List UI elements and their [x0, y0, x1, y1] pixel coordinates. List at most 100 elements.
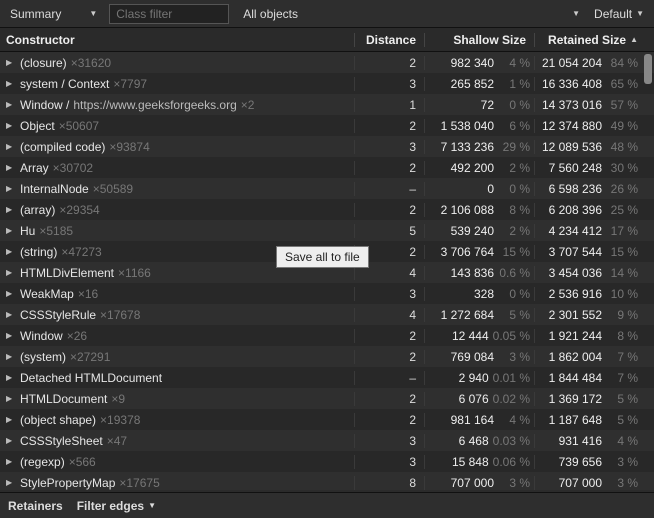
expand-icon[interactable]: ▶ [6, 142, 16, 151]
retained-size: 3 454 036 [549, 266, 602, 280]
shallow-size: 328 [474, 287, 494, 301]
table-body: ▶(closure) ×316202982 3404 %21 054 20484… [0, 52, 654, 490]
shallow-size: 2 940 [459, 371, 489, 385]
shallow-pct: 0 % [498, 98, 530, 112]
expand-icon[interactable]: ▶ [6, 58, 16, 67]
header-retained[interactable]: Retained Size ▲ [534, 33, 654, 47]
caret-down-icon: ▼ [148, 501, 156, 510]
distance-cell: 3 [354, 140, 424, 154]
shallow-size: 769 084 [451, 350, 494, 364]
retained-size: 12 374 880 [542, 119, 602, 133]
table-row[interactable]: ▶Window ×26212 4440.05 %1 921 2448 % [0, 325, 654, 346]
expand-icon[interactable]: ▶ [6, 436, 16, 445]
scrollbar-thumb[interactable] [644, 54, 652, 84]
table-row[interactable]: ▶(closure) ×316202982 3404 %21 054 20484… [0, 52, 654, 73]
objects-dropdown[interactable]: All objects [235, 5, 306, 23]
table-row[interactable]: ▶InternalNode ×50589–00 %6 598 23626 % [0, 178, 654, 199]
retained-cell: 1 844 4847 % [534, 371, 654, 385]
expand-icon[interactable]: ▶ [6, 247, 16, 256]
constructor-name: Window / [20, 98, 69, 112]
caret-down-icon[interactable]: ▼ [572, 9, 580, 18]
view-dropdown[interactable]: Summary ▼ [4, 5, 103, 23]
constructor-count: ×7797 [113, 77, 147, 91]
table-row[interactable]: ▶CSSStyleRule ×1767841 272 6845 %2 301 5… [0, 304, 654, 325]
retained-pct: 84 % [606, 56, 638, 70]
retained-cell: 707 0003 % [534, 476, 654, 490]
retained-size: 7 560 248 [549, 161, 602, 175]
expand-icon[interactable]: ▶ [6, 163, 16, 172]
retained-pct: 65 % [606, 77, 638, 91]
retainers-tab[interactable]: Retainers [8, 499, 63, 513]
retained-cell: 7 560 24830 % [534, 161, 654, 175]
retained-cell: 739 6563 % [534, 455, 654, 469]
expand-icon[interactable]: ▶ [6, 394, 16, 403]
expand-icon[interactable]: ▶ [6, 331, 16, 340]
shallow-pct: 0.01 % [493, 371, 530, 385]
table-row[interactable]: ▶Object ×5060721 538 0406 %12 374 88049 … [0, 115, 654, 136]
expand-icon[interactable]: ▶ [6, 205, 16, 214]
retained-size: 1 862 004 [549, 350, 602, 364]
table-row[interactable]: ▶WeakMap ×1633280 %2 536 91610 % [0, 283, 654, 304]
shallow-pct: 3 % [498, 476, 530, 490]
expand-icon[interactable]: ▶ [6, 310, 16, 319]
constructor-name: system / Context [20, 77, 109, 91]
expand-icon[interactable]: ▶ [6, 226, 16, 235]
table-row[interactable]: ▶Detached HTMLDocument–2 9400.01 %1 844 … [0, 367, 654, 388]
retained-cell: 6 598 23626 % [534, 182, 654, 196]
header-shallow[interactable]: Shallow Size [424, 33, 534, 47]
expand-icon[interactable]: ▶ [6, 478, 16, 487]
retained-size: 1 187 648 [549, 413, 602, 427]
class-filter-input[interactable] [109, 4, 229, 24]
retained-cell: 1 921 2448 % [534, 329, 654, 343]
retained-pct: 15 % [606, 245, 638, 259]
constructor-cell: ▶Detached HTMLDocument [0, 371, 354, 385]
constructor-cell: ▶Hu ×5185 [0, 224, 354, 238]
expand-icon[interactable]: ▶ [6, 121, 16, 130]
distance-cell: 2 [354, 119, 424, 133]
table-row[interactable]: ▶(object shape) ×193782981 1644 %1 187 6… [0, 409, 654, 430]
table-row[interactable]: ▶Array ×307022492 2002 %7 560 24830 % [0, 157, 654, 178]
expand-icon[interactable]: ▶ [6, 184, 16, 193]
filter-edges-dropdown[interactable]: Filter edges ▼ [77, 499, 156, 513]
expand-icon[interactable]: ▶ [6, 268, 16, 277]
retained-size: 3 707 544 [549, 245, 602, 259]
shallow-cell: 143 8360.6 % [424, 266, 534, 280]
table-row[interactable]: ▶CSSStyleSheet ×4736 4680.03 %931 4164 % [0, 430, 654, 451]
shallow-pct: 1 % [498, 77, 530, 91]
expand-icon[interactable]: ▶ [6, 457, 16, 466]
table-row[interactable]: ▶(regexp) ×566315 8480.06 %739 6563 % [0, 451, 654, 472]
expand-icon[interactable]: ▶ [6, 100, 16, 109]
shallow-size: 707 000 [451, 476, 494, 490]
table-row[interactable]: ▶(array) ×2935422 106 0888 %6 208 39625 … [0, 199, 654, 220]
table-row[interactable]: ▶(compiled code) ×9387437 133 23629 %12 … [0, 136, 654, 157]
constructor-cell: ▶InternalNode ×50589 [0, 182, 354, 196]
expand-icon[interactable]: ▶ [6, 352, 16, 361]
table-row[interactable]: ▶system / Context ×77973265 8521 %16 336… [0, 73, 654, 94]
shallow-size: 2 106 088 [441, 203, 494, 217]
constructor-count: ×9 [111, 392, 125, 406]
header-distance[interactable]: Distance [354, 33, 424, 47]
shallow-size: 1 272 684 [441, 308, 494, 322]
shallow-cell: 265 8521 % [424, 77, 534, 91]
expand-icon[interactable]: ▶ [6, 79, 16, 88]
expand-icon[interactable]: ▶ [6, 373, 16, 382]
table-row[interactable]: ▶Window / https://www.geeksforgeeks.org … [0, 94, 654, 115]
header-constructor[interactable]: Constructor [0, 33, 354, 47]
default-dropdown[interactable]: Default ▼ [588, 5, 650, 23]
constructor-name: Object [20, 119, 55, 133]
constructor-cell: ▶ Object ×50607 [0, 119, 354, 133]
constructor-count: ×50607 [59, 119, 99, 133]
shallow-pct: 2 % [498, 224, 530, 238]
constructor-name: HTMLDivElement [20, 266, 114, 280]
shallow-pct: 6 % [498, 119, 530, 133]
constructor-name: (compiled code) [20, 140, 105, 154]
table-row[interactable]: ▶StylePropertyMap ×176758707 0003 %707 0… [0, 472, 654, 490]
distance-cell: 2 [354, 56, 424, 70]
expand-icon[interactable]: ▶ [6, 415, 16, 424]
shallow-cell: 7 133 23629 % [424, 140, 534, 154]
table-row[interactable]: ▶(system) ×272912769 0843 %1 862 0047 % [0, 346, 654, 367]
expand-icon[interactable]: ▶ [6, 289, 16, 298]
table-row[interactable]: ▶HTMLDocument ×926 0760.02 %1 369 1725 % [0, 388, 654, 409]
table-row[interactable]: ▶Hu ×51855539 2402 %4 234 41217 % [0, 220, 654, 241]
retained-size: 12 089 536 [542, 140, 602, 154]
